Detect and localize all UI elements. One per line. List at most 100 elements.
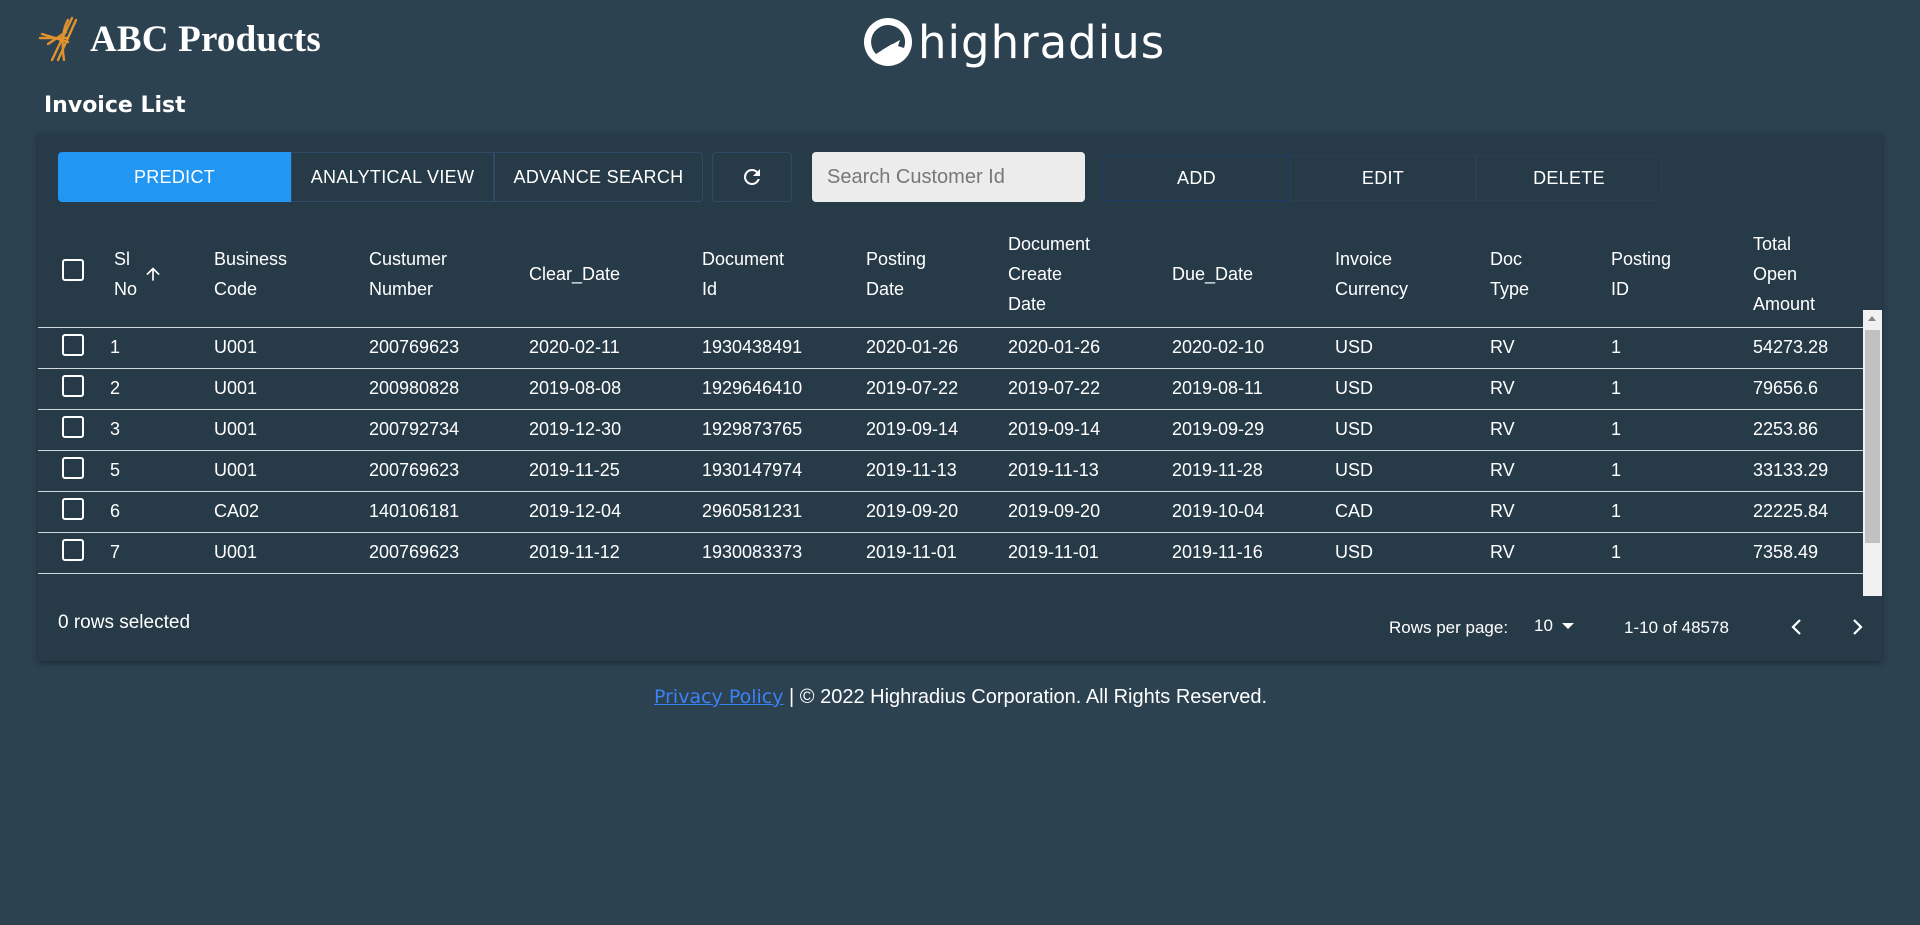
column-header-clear-date[interactable]: Clear_Date bbox=[529, 222, 702, 328]
cell-invoice-currency: USD bbox=[1335, 532, 1490, 574]
header-line: Create bbox=[1008, 264, 1063, 285]
vertical-scroll-thumb[interactable] bbox=[1865, 330, 1880, 543]
predict-button[interactable]: PREDICT bbox=[58, 152, 291, 202]
header-line: No bbox=[114, 279, 138, 300]
row-select-cell bbox=[38, 327, 108, 369]
table-row[interactable]: 2 U001 200980828 2019-08-08 1929646410 2019-0… bbox=[38, 368, 1863, 410]
cell-total-open-amount: 2253.86 bbox=[1753, 409, 1863, 451]
cell-total-open-amount: 54273.28 bbox=[1753, 327, 1863, 369]
abc-products-logo-icon bbox=[38, 16, 78, 62]
cell-document-id: 1930438491 bbox=[702, 327, 866, 369]
header-line: Total bbox=[1753, 234, 1792, 255]
row-select-cell bbox=[38, 532, 108, 574]
header-line: Due_Date bbox=[1172, 264, 1254, 285]
column-header-document-id[interactable]: Document Id bbox=[702, 222, 866, 328]
cell-invoice-currency: USD bbox=[1335, 368, 1490, 410]
cell-posting-id: 1 bbox=[1611, 450, 1753, 492]
cell-invoice-currency: USD bbox=[1335, 327, 1490, 369]
cell-business-code: U001 bbox=[214, 409, 369, 451]
edit-button[interactable]: EDIT bbox=[1290, 155, 1476, 201]
cell-doc-type: RV bbox=[1490, 409, 1611, 451]
cell-posting-id: 1 bbox=[1611, 368, 1753, 410]
rows-per-page-value: 10 bbox=[1534, 616, 1553, 635]
cell-document-id: 1930147974 bbox=[702, 450, 866, 492]
rows-per-page-select[interactable]: 10 bbox=[1534, 616, 1575, 636]
arrow-up-icon[interactable] bbox=[143, 264, 163, 284]
highradius-logo-icon bbox=[864, 18, 912, 66]
cell-document-create-date: 2019-07-22 bbox=[1008, 368, 1172, 410]
header-line: Type bbox=[1490, 279, 1530, 300]
column-header-doc-type[interactable]: Doc Type bbox=[1490, 222, 1611, 328]
column-header-document-create-date[interactable]: Document Create Date bbox=[1008, 222, 1172, 328]
table-row[interactable]: 7 U001 200769623 2019-11-12 1930083373 2019-1… bbox=[38, 532, 1863, 574]
column-header-posting-id[interactable]: Posting ID bbox=[1611, 222, 1753, 328]
table-header-row: Sl No Business Code Custumer Number Clear_D… bbox=[38, 222, 1863, 328]
analytical-view-button[interactable]: ANALYTICAL VIEW bbox=[291, 152, 494, 202]
cell-sl-no: 7 bbox=[108, 532, 214, 574]
cell-customer-number: 200769623 bbox=[369, 327, 529, 369]
header-line: Id bbox=[702, 279, 718, 300]
cell-business-code: U001 bbox=[214, 450, 369, 492]
row-checkbox[interactable] bbox=[62, 539, 84, 561]
header-line: Number bbox=[369, 279, 434, 300]
rows-selected-count: 0 rows selected bbox=[58, 612, 191, 633]
cell-posting-date: 2019-11-13 bbox=[866, 450, 1008, 492]
table-row[interactable]: 1 U001 200769623 2020-02-11 1930438491 2020-0… bbox=[38, 327, 1863, 369]
column-header-business-code[interactable]: Business Code bbox=[214, 222, 369, 328]
column-header-total-open-amount[interactable]: Total Open Amount bbox=[1753, 222, 1863, 328]
table-row[interactable]: 6 CA02 140106181 2019-12-04 2960581231 2019-0… bbox=[38, 491, 1863, 533]
header-line: Document bbox=[1008, 234, 1091, 255]
cell-posting-id: 1 bbox=[1611, 491, 1753, 533]
search-customer-id-input[interactable] bbox=[812, 152, 1085, 202]
table-row[interactable]: 3 U001 200792734 2019-12-30 1929873765 2019-0… bbox=[38, 409, 1863, 451]
table-row[interactable]: 5 U001 200769623 2019-11-25 1930147974 2019-1… bbox=[38, 450, 1863, 492]
cell-sl-no: 5 bbox=[108, 450, 214, 492]
row-select-cell bbox=[38, 491, 108, 533]
cell-doc-type: RV bbox=[1490, 327, 1611, 369]
row-checkbox[interactable] bbox=[62, 334, 84, 356]
select-all-checkbox[interactable] bbox=[62, 258, 84, 281]
column-header-sl-no[interactable]: Sl No bbox=[108, 222, 214, 328]
scroll-up-icon[interactable] bbox=[1868, 316, 1876, 321]
header-line: Invoice bbox=[1335, 249, 1393, 270]
page-title: Invoice List bbox=[44, 93, 186, 118]
column-header-posting-date[interactable]: Posting Date bbox=[866, 222, 1008, 328]
next-page-button[interactable] bbox=[1843, 612, 1873, 642]
column-header-due-date[interactable]: Due_Date bbox=[1172, 222, 1335, 328]
cell-doc-type: RV bbox=[1490, 368, 1611, 410]
cell-due-date: 2019-11-16 bbox=[1172, 532, 1335, 574]
cell-clear-date: 2019-08-08 bbox=[529, 368, 702, 410]
invoice-table-container: Sl No Business Code Custumer Number Clear_D… bbox=[38, 222, 1882, 596]
cell-sl-no: 6 bbox=[108, 491, 214, 533]
row-checkbox[interactable] bbox=[62, 457, 84, 479]
pagination-range: 1-10 of 48578 bbox=[1624, 618, 1729, 637]
header-line: Amount bbox=[1753, 294, 1816, 315]
row-checkbox[interactable] bbox=[62, 498, 84, 520]
copyright-text: | © 2022 Highradius Corporation. All Rig… bbox=[789, 686, 1267, 708]
cell-sl-no: 3 bbox=[108, 409, 214, 451]
invoice-table: Sl No Business Code Custumer Number Clear_D… bbox=[38, 222, 1863, 574]
column-header-customer-number[interactable]: Custumer Number bbox=[369, 222, 529, 328]
add-button[interactable]: ADD bbox=[1103, 155, 1290, 201]
previous-page-button[interactable] bbox=[1781, 612, 1811, 642]
cell-total-open-amount: 7358.49 bbox=[1753, 532, 1863, 574]
row-checkbox[interactable] bbox=[62, 375, 84, 397]
cell-business-code: CA02 bbox=[214, 491, 369, 533]
header-line: Open bbox=[1753, 264, 1798, 285]
cell-doc-type: RV bbox=[1490, 450, 1611, 492]
cell-posting-id: 1 bbox=[1611, 327, 1753, 369]
cell-total-open-amount: 33133.29 bbox=[1753, 450, 1863, 492]
column-header-invoice-currency[interactable]: Invoice Currency bbox=[1335, 222, 1490, 328]
delete-button[interactable]: DELETE bbox=[1476, 155, 1662, 201]
cell-document-id: 2960581231 bbox=[702, 491, 866, 533]
cell-clear-date: 2019-11-25 bbox=[529, 450, 702, 492]
refresh-button[interactable] bbox=[712, 152, 792, 202]
vertical-scrollbar[interactable] bbox=[1863, 310, 1882, 596]
privacy-policy-link[interactable]: Privacy Policy bbox=[654, 686, 783, 708]
header-line: Code bbox=[214, 279, 258, 300]
cell-document-id: 1929646410 bbox=[702, 368, 866, 410]
row-checkbox[interactable] bbox=[62, 416, 84, 438]
advance-search-button[interactable]: ADVANCE SEARCH bbox=[494, 152, 703, 202]
cell-due-date: 2019-09-29 bbox=[1172, 409, 1335, 451]
highradius-logo: highradius bbox=[860, 14, 1165, 70]
